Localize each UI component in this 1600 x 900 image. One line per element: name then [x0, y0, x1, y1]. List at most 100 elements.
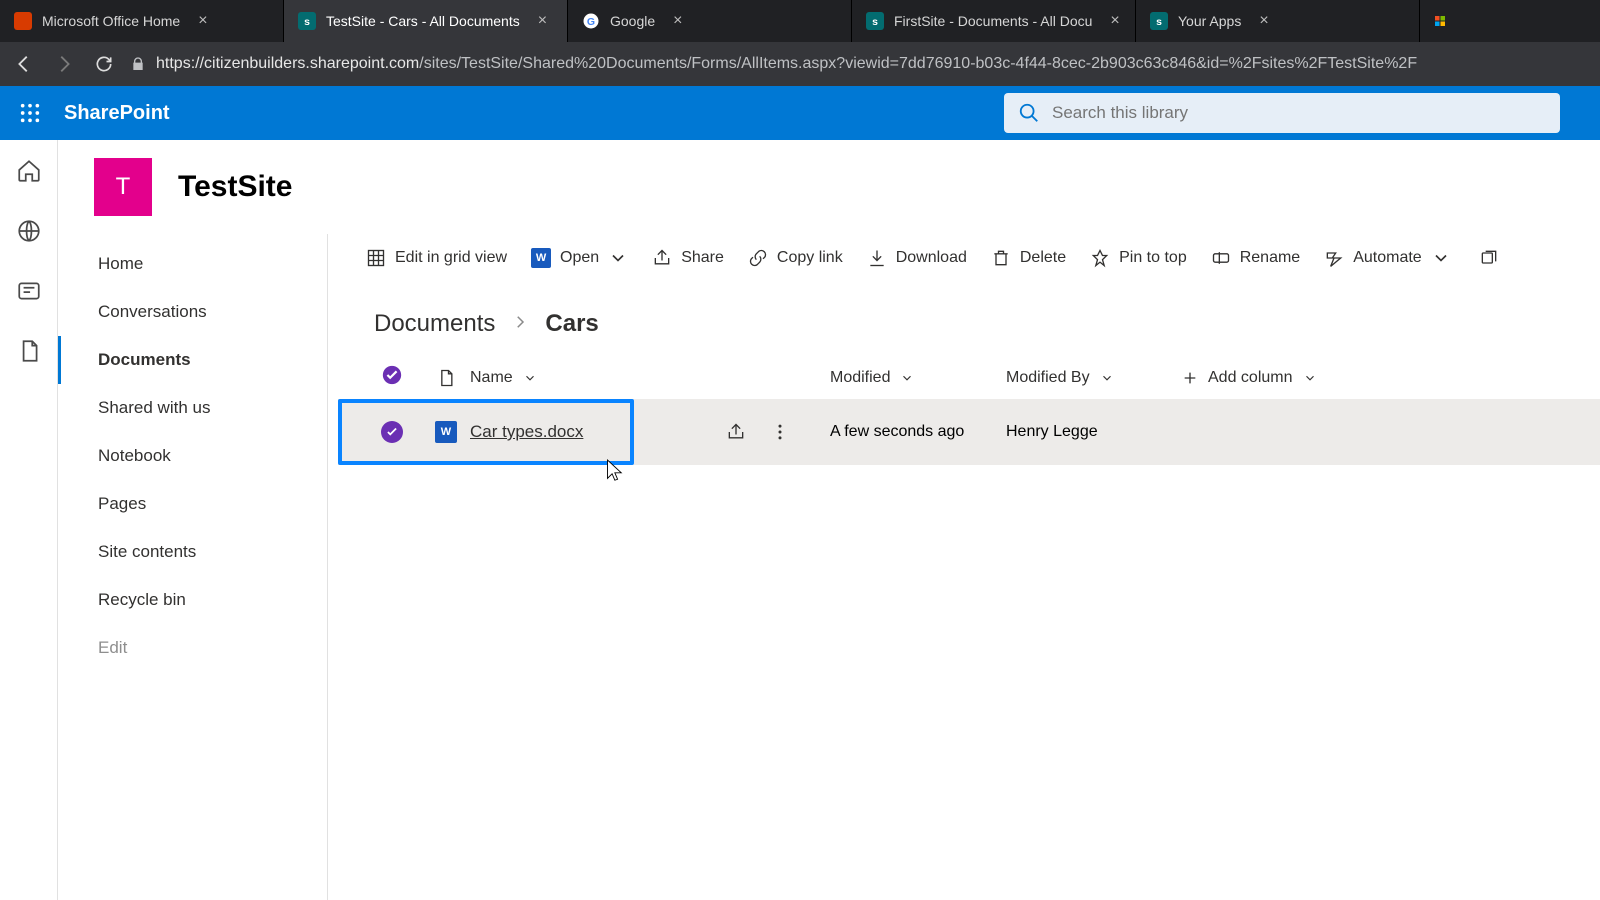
more-button[interactable] — [1479, 248, 1499, 268]
url-host: https://citizenbuilders.sharepoint.com — [156, 55, 419, 72]
browser-tab-bar: Microsoft Office Home × s TestSite - Car… — [0, 0, 1600, 42]
home-icon[interactable] — [16, 158, 42, 184]
link-icon — [748, 248, 768, 268]
cursor-icon — [602, 458, 624, 484]
pin-button[interactable]: Pin to top — [1090, 248, 1187, 268]
sharepoint-icon: s — [866, 12, 884, 30]
breadcrumb-root[interactable]: Documents — [374, 310, 495, 338]
tab-title: TestSite - Cars - All Documents — [326, 13, 520, 29]
download-icon — [867, 248, 887, 268]
chevron-down-icon — [1431, 248, 1451, 268]
file-type-icon[interactable] — [436, 368, 456, 388]
column-modified-by[interactable]: Modified By — [1006, 369, 1182, 387]
copy-link-button[interactable]: Copy link — [748, 248, 843, 268]
download-button[interactable]: Download — [867, 248, 967, 268]
nav-recycle-bin[interactable]: Recycle bin — [58, 576, 327, 624]
browser-tab[interactable]: G Google × — [568, 0, 852, 42]
word-icon: W — [531, 248, 551, 268]
list-item[interactable]: W Car types.docx A few seconds ago Henry… — [338, 399, 1600, 465]
row-select-toggle[interactable] — [381, 421, 403, 443]
url-field[interactable]: https://citizenbuilders.sharepoint.com/s… — [130, 55, 1590, 73]
news-icon[interactable] — [16, 278, 42, 304]
back-button[interactable] — [10, 50, 38, 78]
move-icon — [1479, 248, 1499, 268]
browser-tab[interactable]: s Your Apps × — [1136, 0, 1420, 42]
windows-icon[interactable] — [1420, 0, 1460, 42]
chevron-down-icon — [523, 371, 537, 385]
column-modified[interactable]: Modified — [830, 369, 1006, 387]
cmd-label: Open — [560, 249, 599, 267]
breadcrumb: Documents Cars — [338, 282, 1600, 356]
quick-launch-nav: Home Conversations Documents Shared with… — [58, 234, 328, 900]
nav-pages[interactable]: Pages — [58, 480, 327, 528]
nav-shared-with-us[interactable]: Shared with us — [58, 384, 327, 432]
left-icon-rail — [0, 140, 58, 900]
site-title[interactable]: TestSite — [178, 170, 292, 204]
nav-documents[interactable]: Documents — [58, 336, 327, 384]
column-name[interactable]: Name — [470, 369, 810, 387]
edit-grid-button[interactable]: Edit in grid view — [366, 248, 507, 268]
file-name-link[interactable]: Car types.docx — [470, 422, 583, 442]
column-label: Modified By — [1006, 369, 1090, 387]
cmd-label: Pin to top — [1119, 249, 1187, 267]
file-icon[interactable] — [16, 338, 42, 364]
column-label: Name — [470, 369, 513, 387]
open-button[interactable]: W Open — [531, 248, 628, 268]
lock-icon — [130, 56, 146, 72]
sharepoint-icon: s — [1150, 12, 1168, 30]
chevron-down-icon — [1100, 371, 1114, 385]
site-logo[interactable]: T — [94, 158, 152, 216]
forward-button[interactable] — [50, 50, 78, 78]
rename-icon — [1211, 248, 1231, 268]
nav-home[interactable]: Home — [58, 240, 327, 288]
share-button[interactable]: Share — [652, 248, 724, 268]
browser-address-bar: https://citizenbuilders.sharepoint.com/s… — [0, 42, 1600, 86]
close-icon[interactable]: × — [1110, 12, 1119, 30]
automate-button[interactable]: Automate — [1324, 248, 1450, 268]
close-icon[interactable]: × — [1259, 12, 1268, 30]
globe-icon[interactable] — [16, 218, 42, 244]
browser-tab[interactable]: s TestSite - Cars - All Documents × — [284, 0, 568, 42]
add-column-button[interactable]: Add column — [1182, 369, 1600, 387]
close-icon[interactable]: × — [673, 12, 682, 30]
nav-site-contents[interactable]: Site contents — [58, 528, 327, 576]
nav-conversations[interactable]: Conversations — [58, 288, 327, 336]
command-bar: Edit in grid view W Open Share Copy link — [338, 234, 1600, 282]
share-icon[interactable] — [726, 422, 746, 442]
rename-button[interactable]: Rename — [1211, 248, 1300, 268]
app-launcher[interactable] — [10, 93, 50, 133]
list-column-headers: Name Modified Modified By Add colum — [338, 356, 1600, 399]
chevron-down-icon — [608, 248, 628, 268]
browser-tab[interactable]: Microsoft Office Home × — [0, 0, 284, 42]
nav-edit[interactable]: Edit — [58, 624, 327, 672]
tab-title: FirstSite - Documents - All Docu — [894, 13, 1092, 29]
cmd-label: Automate — [1353, 249, 1421, 267]
cmd-label: Delete — [1020, 249, 1066, 267]
svg-text:s: s — [872, 16, 878, 28]
google-icon: G — [582, 12, 600, 30]
select-all-toggle[interactable] — [381, 364, 403, 391]
more-icon[interactable] — [770, 422, 790, 442]
delete-button[interactable]: Delete — [991, 248, 1066, 268]
url-path: /sites/TestSite/Shared%20Documents/Forms… — [419, 55, 1417, 72]
brand-label[interactable]: SharePoint — [64, 102, 170, 125]
modified-cell: A few seconds ago — [830, 423, 964, 441]
tab-title: Microsoft Office Home — [42, 13, 180, 29]
office-icon — [14, 12, 32, 30]
nav-notebook[interactable]: Notebook — [58, 432, 327, 480]
word-icon: W — [435, 421, 457, 443]
tab-title: Your Apps — [1178, 13, 1241, 29]
close-icon[interactable]: × — [198, 12, 207, 30]
cmd-label: Download — [896, 249, 967, 267]
close-icon[interactable]: × — [538, 12, 547, 30]
search-input[interactable] — [1052, 103, 1546, 123]
search-box[interactable] — [1004, 93, 1560, 133]
reload-button[interactable] — [90, 50, 118, 78]
cmd-label: Share — [681, 249, 724, 267]
search-icon — [1018, 102, 1040, 124]
cmd-label: Copy link — [777, 249, 843, 267]
pin-icon — [1090, 248, 1110, 268]
chevron-down-icon — [1303, 371, 1317, 385]
browser-tab[interactable]: s FirstSite - Documents - All Docu × — [852, 0, 1136, 42]
chevron-right-icon — [511, 310, 529, 338]
